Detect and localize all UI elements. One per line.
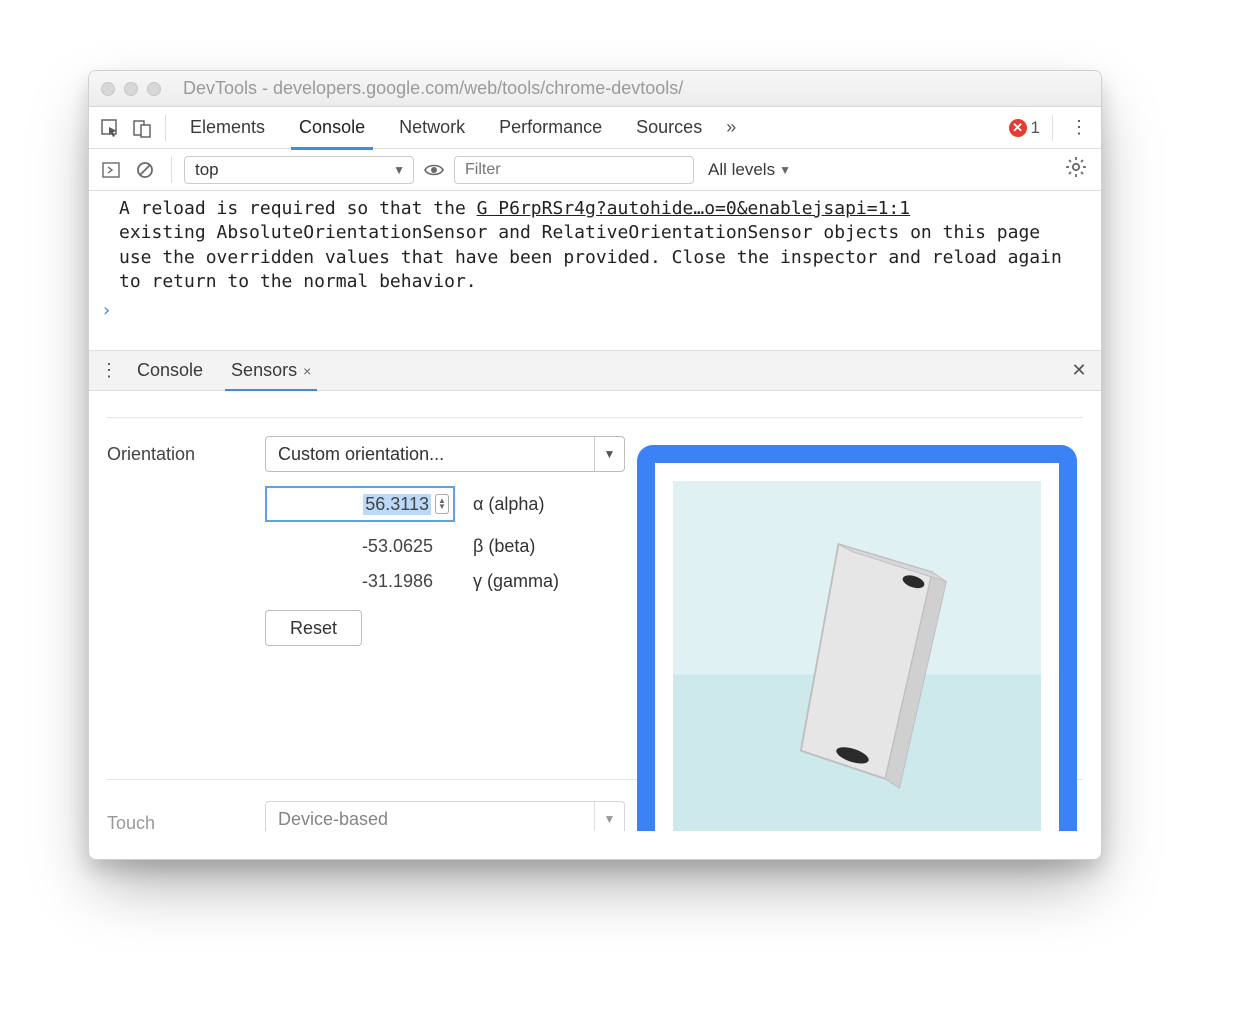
window-title: DevTools - developers.google.com/web/too… (171, 78, 1089, 99)
log-levels-label: All levels (708, 160, 775, 180)
console-sidebar-toggle-icon[interactable] (97, 156, 125, 184)
panel-tabbar: Elements Console Network Performance Sou… (89, 107, 1101, 149)
main-menu-kebab-icon[interactable]: ⋮ (1065, 114, 1093, 142)
tab-sources-label: Sources (636, 117, 702, 138)
execution-context-select[interactable]: top ▼ (184, 156, 414, 184)
console-message-text-rest: existing AbsoluteOrientationSensor and R… (119, 222, 1062, 292)
chevron-down-icon: ▼ (594, 802, 624, 831)
chevron-down-icon: ▼ (594, 437, 624, 471)
drawer-tab-sensors-label: Sensors (231, 360, 297, 381)
alpha-label: α (alpha) (473, 494, 544, 515)
log-levels-select[interactable]: All levels ▼ (700, 160, 799, 180)
console-output: A reload is required so that the G P6rpR… (89, 191, 1101, 351)
alpha-value: 56.3113 (363, 494, 431, 515)
tab-console-label: Console (299, 117, 365, 138)
traffic-zoom[interactable] (147, 82, 161, 96)
sensors-panel: Orientation Custom orientation... ▼ 56.3… (89, 391, 1101, 831)
error-count-badge[interactable]: ✕ 1 (1009, 118, 1040, 138)
orientation-preview-scene[interactable] (673, 481, 1041, 831)
touch-select-value: Device-based (266, 809, 594, 830)
inspect-element-icon[interactable] (95, 113, 125, 143)
drawer-tab-console[interactable]: Console (123, 351, 217, 391)
alpha-input[interactable]: 56.3113 ▲▼ (265, 486, 455, 522)
prompt-chevron-icon: › (101, 300, 112, 321)
error-count: 1 (1031, 118, 1040, 138)
console-settings-gear-icon[interactable] (1065, 156, 1093, 183)
reset-button[interactable]: Reset (265, 610, 362, 646)
orientation-preset-value: Custom orientation... (266, 444, 594, 465)
gamma-label: γ (gamma) (473, 571, 559, 592)
number-stepper-icon[interactable]: ▲▼ (435, 494, 449, 514)
drawer-tabbar: ⋮ Console Sensors × ✕ (89, 351, 1101, 391)
gamma-value[interactable]: -31.1986 (265, 571, 455, 592)
drawer-tab-console-label: Console (137, 360, 203, 381)
tab-elements-label: Elements (190, 117, 265, 138)
beta-label: β (beta) (473, 536, 535, 557)
orientation-preset-select[interactable]: Custom orientation... ▼ (265, 436, 625, 472)
close-tab-icon[interactable]: × (303, 363, 311, 379)
live-expression-icon[interactable] (420, 156, 448, 184)
console-filter-input[interactable] (454, 156, 694, 184)
console-prompt[interactable]: › (89, 296, 1101, 325)
console-message: A reload is required so that the G P6rpR… (89, 195, 1101, 296)
tab-network-label: Network (399, 117, 465, 138)
beta-value[interactable]: -53.0625 (265, 536, 455, 557)
drawer-menu-kebab-icon[interactable]: ⋮ (95, 357, 123, 385)
chevron-down-icon: ▼ (779, 163, 791, 177)
tab-sources[interactable]: Sources (620, 107, 718, 149)
touch-select[interactable]: Device-based ▼ (265, 801, 625, 831)
tab-network[interactable]: Network (383, 107, 481, 149)
drawer-close-icon[interactable]: ✕ (1063, 355, 1095, 387)
tab-performance-label: Performance (499, 117, 602, 138)
drawer-tab-sensors[interactable]: Sensors × (217, 351, 325, 391)
touch-label: Touch (107, 805, 237, 832)
console-toolbar: top ▼ All levels ▼ (89, 149, 1101, 191)
execution-context-label: top (195, 160, 219, 180)
traffic-close[interactable] (101, 82, 115, 96)
window-titlebar: DevTools - developers.google.com/web/too… (89, 71, 1101, 107)
error-icon: ✕ (1009, 119, 1027, 137)
phone-3d-icon (710, 516, 1004, 798)
console-message-source-link[interactable]: G P6rpRSr4g?autohide…o=0&enablejsapi=1:1 (477, 198, 910, 219)
devtools-window: DevTools - developers.google.com/web/too… (88, 70, 1102, 860)
touch-section: Touch Device-based ▼ (107, 801, 625, 831)
traffic-lights (101, 82, 161, 96)
traffic-minimize[interactable] (124, 82, 138, 96)
tab-performance[interactable]: Performance (483, 107, 618, 149)
console-message-text: A reload is required so that the (119, 198, 477, 219)
chevron-down-icon: ▼ (393, 163, 405, 177)
toggle-device-toolbar-icon[interactable] (127, 113, 157, 143)
tabs-overflow[interactable]: » (720, 117, 742, 138)
orientation-label: Orientation (107, 436, 237, 465)
orientation-preview-highlight (637, 445, 1077, 831)
clear-console-icon[interactable] (131, 156, 159, 184)
tab-elements[interactable]: Elements (174, 107, 281, 149)
tab-console[interactable]: Console (283, 107, 381, 149)
